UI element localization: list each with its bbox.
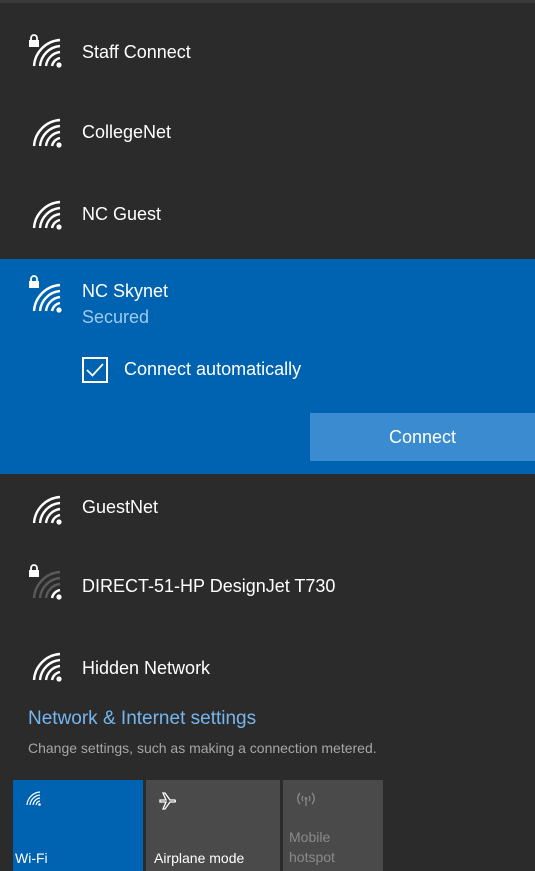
network-name: Staff Connect xyxy=(82,42,191,62)
connect-automatically-checkbox[interactable] xyxy=(82,357,108,383)
wifi-icon xyxy=(30,493,66,525)
network-item-nc-guest[interactable]: NC Guest xyxy=(0,176,535,252)
wifi-icon xyxy=(30,650,66,682)
airplane-mode-tile[interactable]: Airplane mode xyxy=(146,780,280,871)
network-name: GuestNet xyxy=(82,497,159,517)
wifi-flyout-panel: Staff Connect CollegeNet NC Guest NC Sky… xyxy=(0,0,535,871)
wifi-icon xyxy=(30,198,66,230)
airplane-icon xyxy=(159,792,177,810)
connect-button[interactable]: Connect xyxy=(310,413,535,461)
network-item-direct-hp-designjet[interactable]: DIRECT-51-HP DesignJet T730 xyxy=(0,548,535,628)
network-settings-link[interactable]: Network & Internet settings xyxy=(28,708,256,730)
network-item-collegenet[interactable]: CollegeNet xyxy=(0,94,535,170)
network-item-guestnet[interactable]: GuestNet xyxy=(0,475,535,545)
network-settings-description: Change settings, such as making a connec… xyxy=(28,740,377,756)
checkmark-icon xyxy=(86,363,104,377)
top-border xyxy=(0,0,535,3)
wifi-weak-icon xyxy=(32,570,62,600)
network-name: NC Skynet xyxy=(82,281,169,301)
wifi-icon xyxy=(30,281,66,313)
hotspot-icon xyxy=(297,792,315,806)
network-status: Secured xyxy=(82,307,150,327)
network-name: DIRECT-51-HP DesignJet T730 xyxy=(82,576,336,596)
connect-automatically-label: Connect automatically xyxy=(124,359,302,379)
airplane-tile-label: Airplane mode xyxy=(154,850,245,866)
network-name: CollegeNet xyxy=(82,122,172,142)
wifi-icon xyxy=(25,790,43,806)
network-item-hidden-network[interactable]: Hidden Network xyxy=(0,628,535,703)
wifi-icon xyxy=(30,116,66,148)
wifi-icon xyxy=(30,36,66,68)
network-item-staff-connect[interactable]: Staff Connect xyxy=(0,14,535,90)
wifi-toggle-tile[interactable]: Wi-Fi xyxy=(13,780,143,871)
network-name: Hidden Network xyxy=(82,658,211,678)
network-name: NC Guest xyxy=(82,204,162,224)
network-item-nc-skynet-selected[interactable]: NC Skynet Secured Connect automatically … xyxy=(0,259,535,474)
wifi-tile-label: Wi-Fi xyxy=(15,850,48,866)
mobile-hotspot-tile[interactable]: Mobile hotspot xyxy=(283,780,383,871)
hotspot-tile-label: Mobile hotspot xyxy=(289,829,335,865)
